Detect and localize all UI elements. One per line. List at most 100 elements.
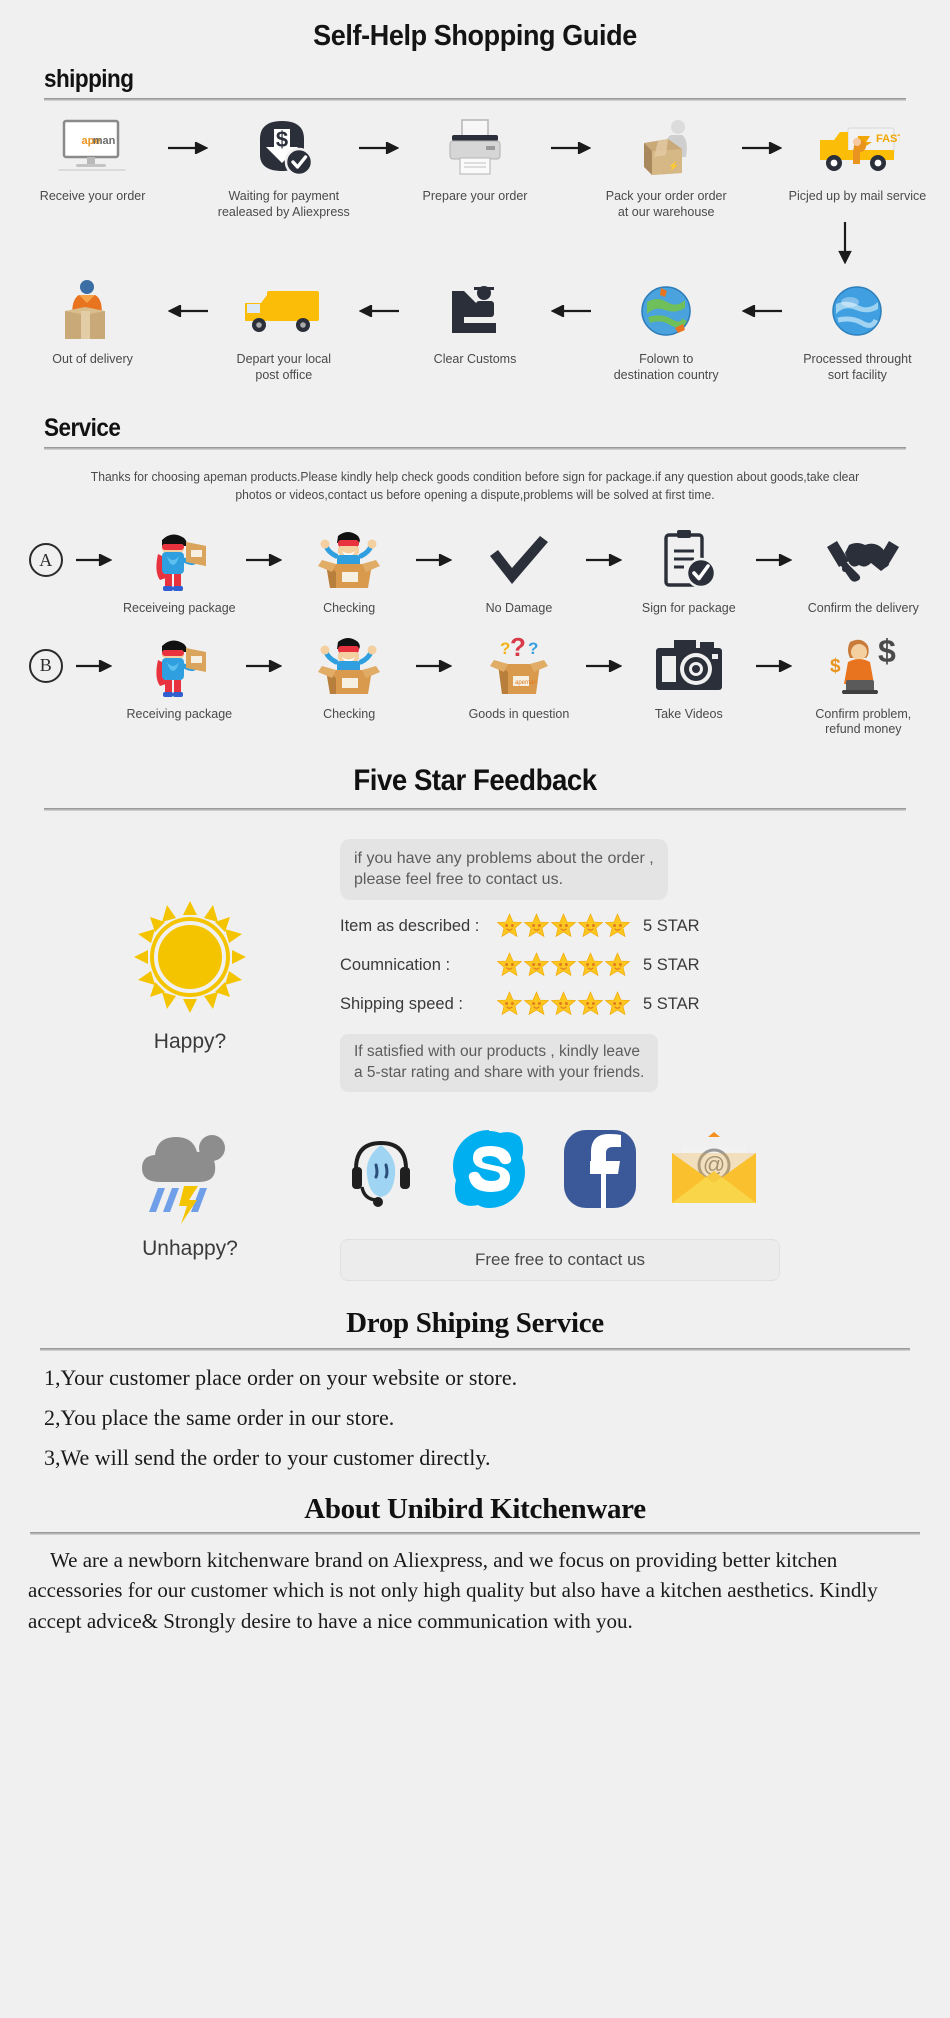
feedback-block: Happy? if you have any problems about th…: [0, 835, 950, 1092]
shipping-step-clear-customs: Clear Customs: [402, 278, 547, 368]
star-icon: [577, 952, 604, 978]
arrow-left-icon: [548, 278, 594, 344]
shipping-flow-row-2: Out of delivery Depart your local post o…: [0, 278, 950, 383]
camera-icon: [654, 633, 724, 699]
star-icon: [523, 952, 550, 978]
out-for-delivery-icon: [57, 278, 129, 344]
service-step-confirm-problem-refund: $ $ Confirm problem, refund money: [797, 633, 930, 738]
sign-clipboard-icon: [660, 527, 718, 593]
happy-column: Happy?: [40, 835, 340, 1092]
rating-label: Item as described :: [340, 916, 480, 935]
rating-row: Shipping speed : 5 STAR: [340, 991, 910, 1017]
sun-icon: [132, 899, 248, 1020]
unhappy-label: Unhappy?: [142, 1236, 238, 1260]
svg-text:apeman: apeman: [515, 680, 537, 686]
arrow-right-icon: [581, 527, 627, 593]
happy-open-box-icon: [316, 633, 382, 699]
svg-text:FAST: FAST: [876, 133, 900, 145]
email-icon[interactable]: @: [668, 1131, 760, 1212]
arrow-right-icon: [548, 115, 594, 181]
facebook-icon[interactable]: [558, 1126, 642, 1217]
shopping-guide-page: Self-Help Shopping Guide shipping ape ma…: [0, 0, 950, 2018]
service-step-goods-in-question: ? ? ? apeman Goods in question: [457, 633, 581, 723]
star-icon: [523, 991, 550, 1017]
svg-text:?: ?: [510, 634, 526, 662]
globe-destination-icon: [635, 278, 697, 344]
svg-text:⚡: ⚡: [668, 160, 679, 172]
service-step-sign-for-package: Sign for package: [627, 527, 751, 617]
star-icon: [496, 991, 523, 1017]
star-rating: [496, 952, 631, 978]
arrow-right-icon: [751, 633, 797, 699]
step-label: Prepare your order: [422, 189, 528, 203]
arrow-left-icon: [165, 278, 211, 344]
arrow-left-icon: [739, 278, 785, 344]
feedback-divider: [44, 807, 906, 811]
contact-icons-column: @ Free free to contact us: [340, 1126, 910, 1281]
shipping-section-heading: shipping: [44, 65, 134, 93]
service-step-checking: Checking: [287, 527, 411, 617]
ratings-column: if you have any problems about the order…: [340, 835, 910, 1092]
step-label: Folown to destination country: [613, 352, 719, 382]
service-step-no-damage: No Damage: [457, 527, 581, 617]
service-step-take-videos: Take Videos: [627, 633, 751, 723]
star-icon: [523, 913, 550, 939]
service-note: Thanks for choosing apeman products.Plea…: [90, 469, 860, 503]
step-label: Confirm the delivery: [807, 601, 919, 615]
skype-icon[interactable]: [446, 1126, 532, 1217]
page-title: Self-Help Shopping Guide: [313, 20, 637, 52]
about-heading: About Unibird Kitchenware: [304, 1492, 646, 1525]
dropshipping-divider: [40, 1347, 910, 1351]
rating-label: Coumnication :: [340, 955, 451, 974]
step-label: Receiveing package: [123, 601, 236, 615]
svg-text:$: $: [276, 127, 288, 152]
star-icon: [550, 952, 577, 978]
arrow-right-icon: [241, 527, 287, 593]
shipping-step-depart-post-office: Depart your local post office: [211, 278, 356, 383]
globe-sort-facility-icon: [826, 278, 888, 344]
step-label: Out of delivery: [52, 352, 133, 367]
payment-released-icon: $: [252, 115, 316, 181]
step-label: Take Videos: [654, 706, 723, 721]
service-step-receiving-package-b: Receiving package: [117, 633, 241, 723]
step-label: Checking: [323, 601, 376, 615]
step-label: Processed throught sort facility: [803, 352, 912, 382]
delivery-truck-fast-icon: FAST: [814, 115, 900, 181]
aliexpress-support-icon[interactable]: [342, 1129, 420, 1214]
star-rating: [496, 913, 631, 939]
post-office-truck-icon: [241, 278, 327, 344]
star-icon: [604, 952, 631, 978]
arrow-left-icon: [356, 278, 402, 344]
contact-us-pill[interactable]: Free free to contact us: [340, 1238, 780, 1281]
shipping-flow-down-arrow-wrap: [0, 222, 950, 265]
service-flow-row-a: A Receiveing package Checking No Damage …: [0, 527, 950, 617]
contact-block: Unhappy? @ Free free to contact us: [0, 1126, 950, 1281]
superhero-package-icon: [148, 527, 210, 593]
refund-agent-icon: $ $: [824, 633, 902, 699]
star-rating: [496, 991, 631, 1017]
shipping-flow-row-1: ape man Receive your order $ Waiting for…: [0, 115, 950, 220]
step-label: Picjed up by mail service: [788, 189, 927, 203]
shipping-step-prepare-order: Prepare your order: [402, 115, 547, 205]
svg-text:man: man: [92, 135, 115, 147]
happy-open-box-icon: [316, 527, 382, 593]
rating-row: Coumnication : 5 STAR: [340, 952, 910, 978]
rating-row: Item as described : 5 STAR: [340, 913, 910, 939]
service-step-receiving-package: Receiveing package: [117, 527, 241, 617]
about-divider: [30, 1531, 920, 1535]
star-icon: [577, 991, 604, 1017]
shipping-step-waiting-payment: $ Waiting for payment realeased by Aliex…: [211, 115, 356, 220]
shipping-step-pack-order: ⚡ Pack your order order at our warehouse: [594, 115, 739, 220]
star-icon: [550, 913, 577, 939]
rating-value: 5 STAR: [643, 955, 700, 974]
service-flow-row-b: B Receiving package Checking ? ? ? apema…: [0, 633, 950, 738]
rating-value: 5 STAR: [643, 994, 700, 1013]
shipping-step-out-of-delivery: Out of delivery: [20, 278, 165, 368]
shipping-step-sort-facility: Processed throught sort facility: [785, 278, 930, 383]
about-text: We are a newborn kitchenware brand on Al…: [28, 1547, 878, 1633]
shipping-divider: [44, 98, 906, 101]
service-step-confirm-delivery: Confirm the delivery: [797, 527, 930, 617]
arrow-right-icon: [241, 633, 287, 699]
happy-label: Happy?: [153, 1029, 227, 1053]
star-icon: [577, 913, 604, 939]
